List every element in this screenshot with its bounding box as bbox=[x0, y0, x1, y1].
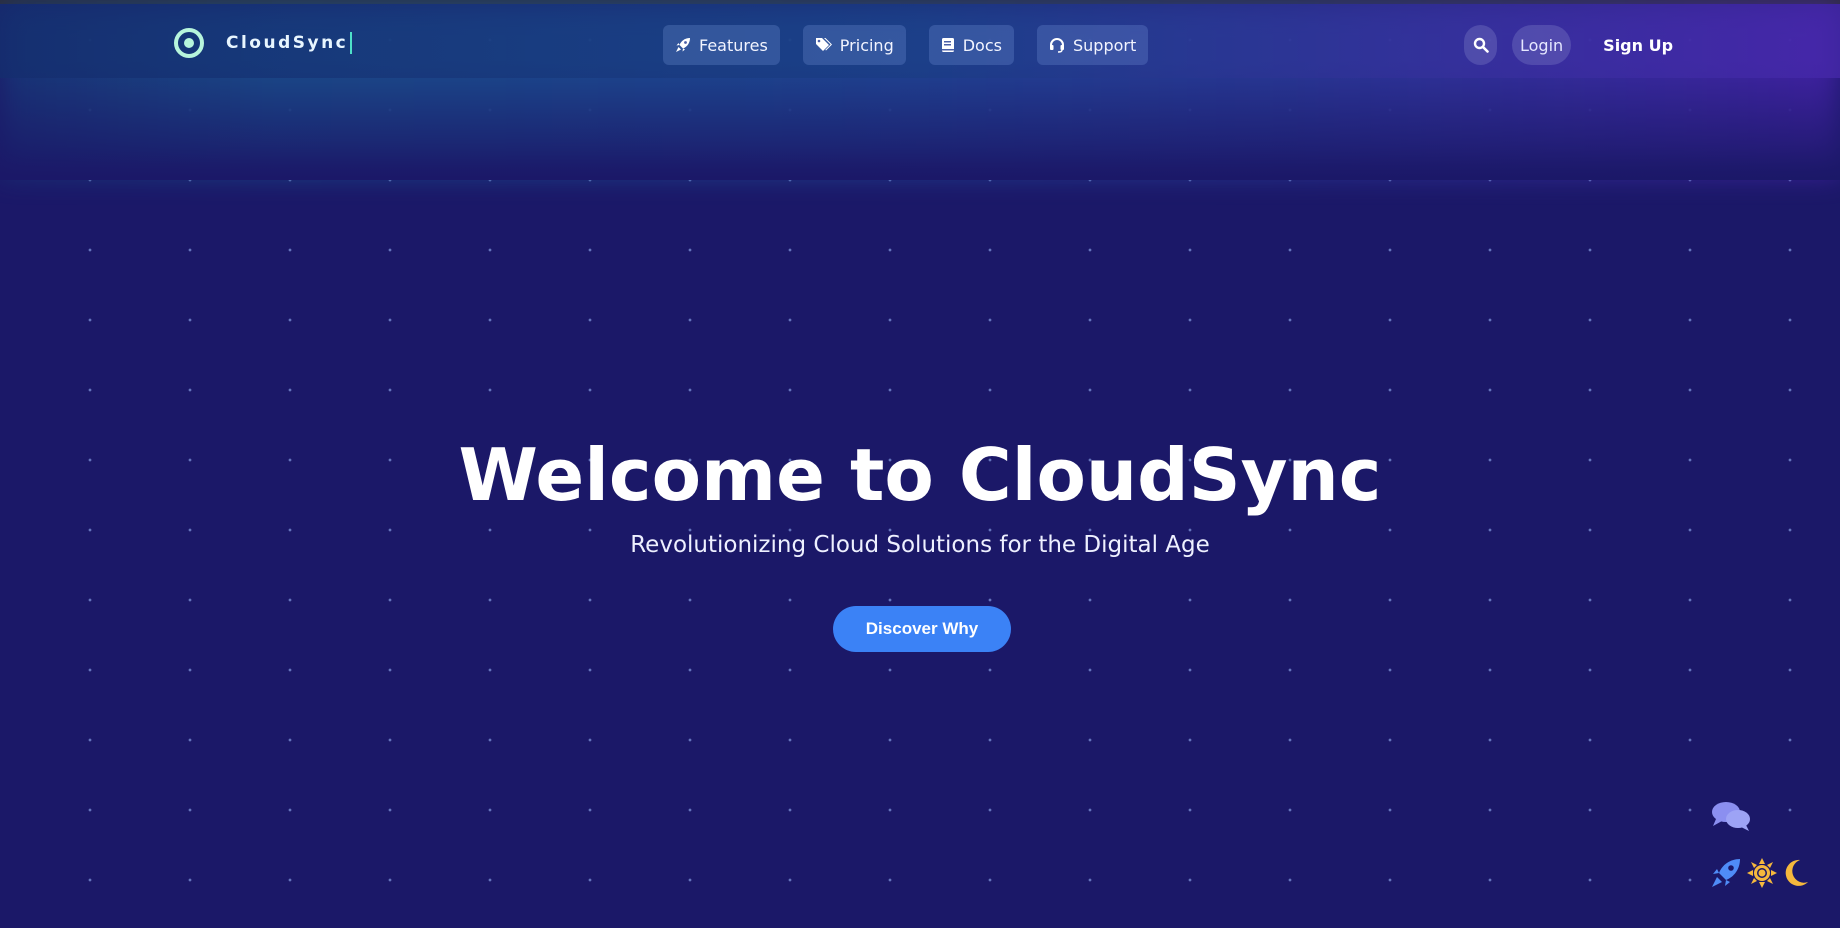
logo-dot bbox=[184, 38, 194, 48]
comments-icon bbox=[1712, 802, 1750, 831]
nav-link-label: Pricing bbox=[839, 35, 894, 55]
headset-icon bbox=[1049, 38, 1064, 53]
nav-link-label: Docs bbox=[962, 35, 1002, 55]
logo-ring-icon bbox=[174, 28, 204, 58]
text-caret bbox=[350, 32, 353, 54]
nav-link-label: Support bbox=[1072, 35, 1137, 55]
search-button[interactable] bbox=[1464, 25, 1497, 65]
chat-widget-button[interactable] bbox=[1710, 799, 1752, 837]
logo-text: CloudSync bbox=[226, 33, 349, 53]
nav-link-support[interactable]: Support bbox=[1036, 25, 1149, 65]
page: CloudSync Features Pricing Docs Support … bbox=[0, 0, 1840, 928]
nav-links: Features Pricing Docs Support bbox=[663, 25, 1149, 65]
navbar: CloudSync Features Pricing Docs Support … bbox=[0, 4, 1840, 78]
hero: Welcome to CloudSync Revolutionizing Clo… bbox=[0, 430, 1840, 558]
logo[interactable]: CloudSync bbox=[174, 28, 353, 58]
signup-button[interactable]: Sign Up bbox=[1603, 25, 1673, 65]
floating-toolbar bbox=[1710, 857, 1810, 889]
login-button[interactable]: Login bbox=[1512, 25, 1572, 65]
aurora-fade bbox=[0, 60, 1840, 180]
nav-link-docs[interactable]: Docs bbox=[928, 25, 1014, 65]
rocket-icon bbox=[676, 38, 690, 52]
search-icon bbox=[1473, 37, 1489, 53]
nav-link-pricing[interactable]: Pricing bbox=[802, 25, 906, 65]
discover-why-button[interactable]: Discover Why bbox=[833, 606, 1011, 652]
hero-title: Welcome to CloudSync bbox=[458, 433, 1382, 517]
nav-link-features[interactable]: Features bbox=[663, 25, 780, 65]
book-icon bbox=[941, 38, 954, 52]
auth-nav: Login Sign Up bbox=[1464, 25, 1673, 65]
moon-icon[interactable] bbox=[1782, 858, 1810, 888]
nav-link-label: Features bbox=[699, 35, 768, 55]
tags-icon bbox=[815, 38, 832, 51]
hero-subtitle: Revolutionizing Cloud Solutions for the … bbox=[630, 532, 1210, 558]
sun-icon[interactable] bbox=[1746, 857, 1778, 889]
rocket-icon[interactable] bbox=[1710, 857, 1742, 889]
